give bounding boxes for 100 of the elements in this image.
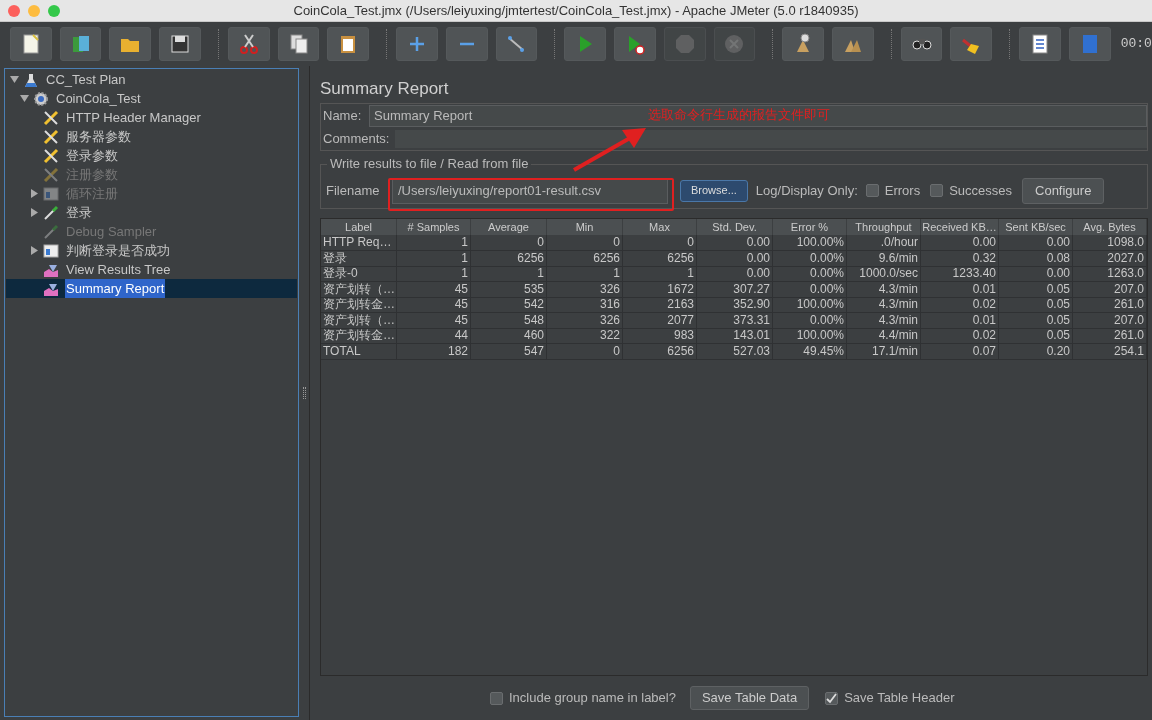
tree-item[interactable]: View Results Tree bbox=[65, 259, 172, 280]
window-icon bbox=[43, 242, 59, 259]
tree-item[interactable]: CoinCola_Test bbox=[55, 88, 142, 109]
column-header[interactable]: Received KB… bbox=[921, 219, 999, 235]
column-header[interactable]: Max bbox=[623, 219, 697, 235]
elapsed-time: 00:0 bbox=[1120, 35, 1152, 54]
copy-button[interactable] bbox=[277, 27, 320, 61]
table-cell: 535 bbox=[471, 281, 547, 298]
column-header[interactable]: Std. Dev. bbox=[697, 219, 773, 235]
tree-item[interactable]: 服务器参数 bbox=[65, 126, 132, 147]
clear-button[interactable] bbox=[782, 27, 824, 61]
start-button[interactable] bbox=[564, 27, 607, 61]
close-icon[interactable] bbox=[8, 5, 20, 17]
column-header[interactable]: Error % bbox=[773, 219, 847, 235]
toggle-button[interactable] bbox=[495, 27, 538, 61]
column-header[interactable]: Sent KB/sec bbox=[999, 219, 1073, 235]
paste-button[interactable] bbox=[327, 27, 370, 61]
tree-item[interactable]: 登录 bbox=[65, 202, 93, 223]
cut-button[interactable] bbox=[227, 27, 270, 61]
table-cell: 4.3/min bbox=[847, 297, 921, 313]
checkbox[interactable] bbox=[930, 184, 944, 197]
table-cell: 资产划转（… bbox=[321, 281, 397, 298]
table-cell: 460 bbox=[471, 328, 547, 344]
column-header[interactable]: Avg. Bytes bbox=[1073, 219, 1147, 235]
table-cell: 资产划转金… bbox=[321, 328, 397, 344]
table-cell: 4.4/min bbox=[847, 328, 921, 344]
table-cell: 1 bbox=[471, 266, 547, 282]
table-cell: 100.00% bbox=[773, 235, 847, 251]
table-cell: 0.01 bbox=[921, 281, 999, 298]
table-cell: 45 bbox=[397, 312, 471, 329]
column-header[interactable]: Average bbox=[471, 219, 547, 235]
table-cell: 143.01 bbox=[697, 328, 773, 344]
panel-title: Summary Report bbox=[320, 78, 450, 100]
save-table-data-button[interactable]: Save Table Data bbox=[689, 686, 810, 710]
configure-button[interactable]: Configure bbox=[1022, 177, 1105, 204]
table-cell: 1098.0 bbox=[1073, 235, 1147, 251]
wrench-icon bbox=[43, 128, 59, 145]
log-display-label: Log/Display Only: bbox=[755, 181, 858, 200]
tree-item[interactable]: CC_Test Plan bbox=[45, 69, 127, 90]
table-cell: 0.02 bbox=[921, 297, 999, 313]
column-header[interactable]: Label bbox=[321, 219, 397, 235]
table-cell: 326 bbox=[547, 312, 623, 329]
tree-item[interactable]: Summary Report bbox=[65, 278, 166, 299]
table-cell: 0.00 bbox=[697, 250, 773, 267]
table-cell: 0.00 bbox=[999, 266, 1073, 282]
checkbox[interactable] bbox=[865, 184, 879, 197]
flask-icon bbox=[23, 71, 39, 88]
table-cell: 0.05 bbox=[999, 281, 1073, 298]
column-header[interactable]: Min bbox=[547, 219, 623, 235]
column-header[interactable]: Throughput bbox=[847, 219, 921, 235]
splitter-handle[interactable] bbox=[302, 387, 306, 399]
save-header-label: Save Table Header bbox=[844, 689, 955, 708]
table-cell: 0.08 bbox=[999, 250, 1073, 267]
wrench-icon bbox=[43, 109, 59, 126]
checkbox[interactable] bbox=[825, 691, 839, 705]
table-cell: 6256 bbox=[547, 250, 623, 267]
expand-button[interactable] bbox=[396, 27, 438, 61]
table-cell: 548 bbox=[471, 312, 547, 329]
search-button[interactable] bbox=[900, 27, 943, 61]
table-cell: 352.90 bbox=[697, 297, 773, 313]
table-cell: 0.00 bbox=[999, 235, 1073, 251]
browse-button[interactable]: Browse... bbox=[680, 179, 748, 202]
table-cell: 542 bbox=[471, 297, 547, 313]
reset-search-button[interactable] bbox=[950, 27, 993, 61]
table-cell: .0/hour bbox=[847, 235, 921, 251]
table-cell: 2027.0 bbox=[1073, 250, 1147, 267]
new-button[interactable] bbox=[10, 27, 52, 61]
table-cell: 983 bbox=[623, 328, 697, 344]
table-cell: 0.00 bbox=[697, 235, 773, 251]
table-cell: 1263.0 bbox=[1073, 266, 1147, 282]
name-label: Name: bbox=[323, 107, 363, 126]
table-cell: 0.05 bbox=[999, 328, 1073, 344]
gear-icon bbox=[33, 90, 49, 107]
table-cell: 547 bbox=[471, 343, 547, 360]
column-header[interactable]: # Samples bbox=[397, 219, 471, 235]
window-icon bbox=[43, 185, 59, 202]
errors-label: Errors bbox=[884, 181, 921, 200]
open-button[interactable] bbox=[109, 27, 152, 61]
table-cell: 4.3/min bbox=[847, 312, 921, 329]
comments-field[interactable] bbox=[395, 130, 1147, 148]
table-cell: 100.00% bbox=[773, 328, 847, 344]
clear-all-button[interactable] bbox=[832, 27, 874, 61]
function-helper-button[interactable] bbox=[1019, 27, 1061, 61]
table-cell: 1 bbox=[397, 266, 471, 282]
tree-item[interactable]: 登录参数 bbox=[65, 145, 119, 166]
table-cell: 0.00% bbox=[773, 312, 847, 329]
checkbox[interactable] bbox=[490, 691, 503, 705]
tree-item[interactable]: 判断登录是否成功 bbox=[65, 240, 171, 261]
name-field[interactable]: Summary Report 选取命令行生成的报告文件即可 bbox=[369, 105, 1147, 127]
table-cell: 1 bbox=[623, 266, 697, 282]
table-cell: 254.1 bbox=[1073, 343, 1147, 360]
table-cell: 1000.0/sec bbox=[847, 266, 921, 282]
templates-button[interactable] bbox=[59, 27, 102, 61]
filename-field[interactable]: /Users/leiyuxing/report01-result.csv bbox=[392, 177, 668, 204]
table-cell: 0.32 bbox=[921, 250, 999, 267]
table-cell: 100.00% bbox=[773, 297, 847, 313]
save-button[interactable] bbox=[159, 27, 201, 61]
start-no-pauses-button[interactable] bbox=[614, 27, 656, 61]
annotation-text: 选取命令行生成的报告文件即可 bbox=[648, 107, 830, 123]
tree-item[interactable]: HTTP Header Manager bbox=[65, 107, 202, 128]
